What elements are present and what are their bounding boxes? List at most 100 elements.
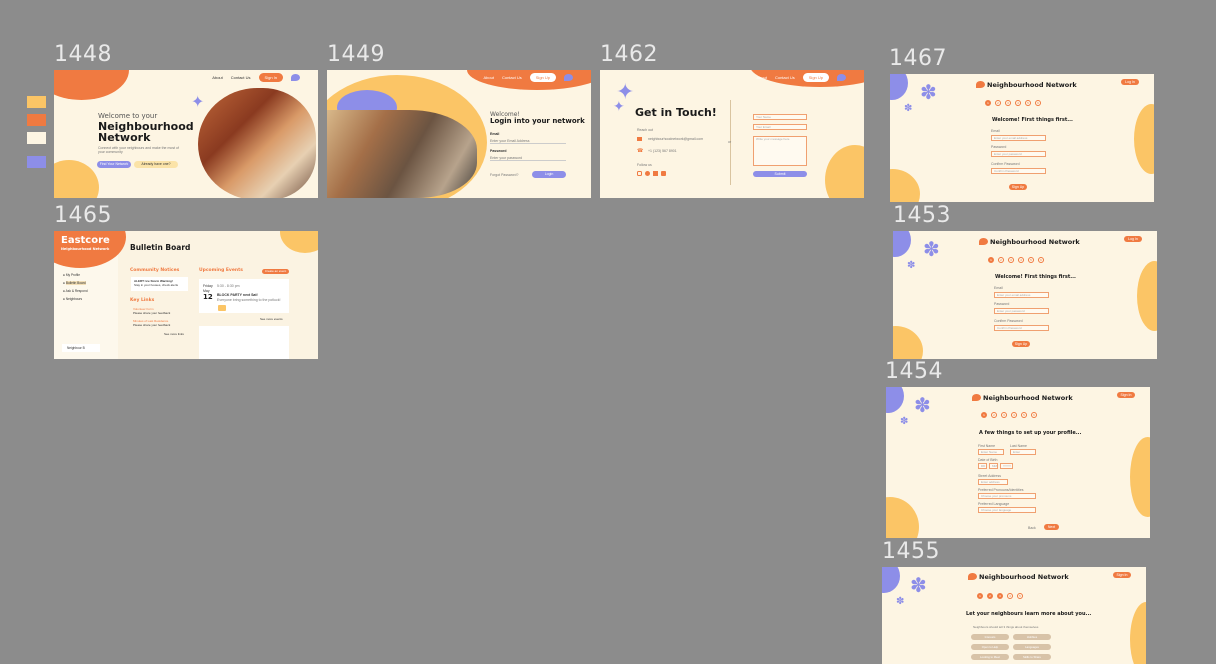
first-name-input[interactable]: Enter Name (978, 449, 1004, 455)
last-name-label: Last Name (1010, 444, 1027, 448)
top-nav: About Contact Us Sign In (212, 73, 300, 82)
event-day: Friday (203, 284, 213, 288)
swatch-cream (27, 132, 46, 144)
brand-title: Neighbourhood Network (987, 81, 1077, 89)
chip-hobbies[interactable]: Hobbies (1013, 634, 1051, 640)
email-input[interactable]: Enter your email address (994, 292, 1049, 298)
nav-about-link[interactable]: About (757, 75, 767, 80)
email-input[interactable]: Enter your email address (991, 135, 1046, 141)
chip-interests[interactable]: Interests (971, 634, 1009, 640)
progress-steps: 1 2 3 4 5 6 (988, 257, 1044, 263)
address-input[interactable]: Enter address (978, 479, 1008, 485)
back-button[interactable]: Back (1028, 526, 1036, 530)
frame-landing[interactable]: About Contact Us Sign In Welcome to your… (54, 70, 318, 198)
frame-login[interactable]: About Contact Us Sign Up Welcome! Login … (327, 70, 591, 198)
email-input[interactable]: Enter your Email Address (490, 139, 566, 144)
form-heading: Welcome! First things first... (992, 117, 1073, 123)
key-link-1[interactable]: Volunteer Form Please share your feedbac… (133, 307, 170, 315)
sidebar-item-ask[interactable]: ● Ask & Respond (63, 287, 88, 295)
password-input[interactable]: Enter your password (991, 151, 1046, 157)
step: 2 (987, 593, 993, 599)
tiktok-icon[interactable] (653, 171, 658, 176)
step: 1 (977, 593, 983, 599)
frame-label-1467: 1467 (889, 46, 947, 71)
flower-icon: ✽ (914, 393, 931, 417)
dob-day-input[interactable]: DD (978, 463, 987, 469)
log-in-button[interactable]: Log In (1121, 79, 1139, 85)
already-have-one-button[interactable]: Already have one? (134, 161, 178, 168)
sign-up-button[interactable]: Sign Up (802, 73, 829, 82)
step: 2 (995, 100, 1001, 106)
confirm-password-input[interactable]: Confirm Password (994, 325, 1049, 331)
language-select[interactable]: Choose your language (978, 507, 1036, 513)
sign-up-button[interactable]: Sign Up (529, 73, 556, 82)
frame-label-1455: 1455 (882, 539, 940, 564)
email-label: Email (994, 286, 1003, 290)
frame-bulletin[interactable]: Eastcore Neighbourhood Network ● My Prof… (54, 231, 318, 359)
user-card[interactable]: Neighbour B (62, 344, 100, 352)
confirm-password-input[interactable]: Confirm Password (991, 168, 1046, 174)
nav-contact-link[interactable]: Contact Us (775, 75, 795, 80)
password-input[interactable]: Enter your password (994, 308, 1049, 314)
step: 4 (1007, 593, 1013, 599)
frame-label-1465: 1465 (54, 203, 112, 228)
email-input[interactable]: Your Email (753, 124, 807, 130)
sign-in-button[interactable]: Sign In (1117, 392, 1135, 398)
chip-languages[interactable]: Languages (1013, 644, 1051, 650)
sidebar-item-bulletin[interactable]: ● Bulletin Board (63, 279, 88, 287)
blob (280, 231, 318, 253)
user-name: Neighbour B (67, 346, 85, 350)
create-event-button[interactable]: Create an event (262, 269, 289, 274)
nav-contact-link[interactable]: Contact Us (502, 75, 522, 80)
sign-in-button[interactable]: Sign In (258, 73, 283, 82)
chip-looking-to-meet[interactable]: Looking to Meet (971, 654, 1009, 660)
sign-in-button[interactable]: Sign In (1113, 572, 1131, 578)
sign-up-button[interactable]: Sign Up (1012, 341, 1030, 347)
frame-about-you[interactable]: ✽ ✽ Neighbourhood Network Sign In 1 2 3 … (882, 567, 1146, 664)
frame-contact[interactable]: About Contact Us Sign Up ✦ ✦ Get in Touc… (600, 70, 864, 198)
frame-profile-setup[interactable]: ✽ ✽ Neighbourhood Network Sign In 1 2 3 … (886, 387, 1150, 538)
progress-steps: 1 2 3 4 5 (977, 593, 1023, 599)
chip-skills-to-share[interactable]: Skills to Share (1013, 654, 1051, 660)
key-link-2[interactable]: Minutes of Last Residence Please share y… (133, 319, 170, 327)
next-button[interactable]: Next (1044, 524, 1059, 530)
see-more-events[interactable]: See more events (260, 317, 283, 321)
frame-label-1462: 1462 (600, 42, 658, 67)
sidebar-item-profile[interactable]: ● My Profile (63, 271, 88, 279)
log-in-button[interactable]: Log In (1124, 236, 1142, 242)
frame-signup-2[interactable]: ✽ ✽ Neighbourhood Network Log In 1 2 3 4… (893, 231, 1157, 359)
see-more-links[interactable]: See more links (164, 332, 184, 336)
logo-icon (968, 573, 977, 580)
sign-up-button[interactable]: Sign Up (1009, 184, 1027, 190)
nav-about-link[interactable]: About (212, 75, 222, 80)
name-input[interactable]: Your Name (753, 114, 807, 120)
key-links-heading: Key Links (130, 298, 155, 303)
password-input[interactable]: Enter your password (490, 156, 566, 161)
forgot-password-link[interactable]: Forgot Password? (490, 173, 518, 177)
instagram-icon[interactable] (637, 171, 642, 176)
login-button[interactable]: Login (532, 171, 566, 178)
swatch-orange (27, 114, 46, 126)
twitter-icon[interactable] (645, 171, 650, 176)
last-name-input[interactable]: Enter (1010, 449, 1036, 455)
sidebar-brand-sub: Neighbourhood Network (61, 247, 110, 251)
blob (886, 497, 919, 538)
dob-month-input[interactable]: MM (989, 463, 998, 469)
linkedin-icon[interactable] (661, 171, 666, 176)
pronouns-select[interactable]: Choose your pronouns (978, 493, 1036, 499)
nav-contact-link[interactable]: Contact Us (231, 75, 251, 80)
step: 4 (1011, 412, 1017, 418)
progress-steps: 1 2 3 4 5 6 (985, 100, 1041, 106)
find-network-button[interactable]: Find Your Network (97, 161, 131, 168)
submit-button[interactable]: Submit (753, 171, 807, 177)
sidebar-item-neighbours[interactable]: ● Neighbours (63, 295, 88, 303)
nav-about-link[interactable]: About (484, 75, 494, 80)
flower-icon: ✽ (910, 573, 927, 597)
chip-open-to-help[interactable]: Open to Help (971, 644, 1009, 650)
frame-signup-1[interactable]: ✽ ✽ Neighbourhood Network Log In 1 2 3 4… (890, 74, 1154, 202)
flower-icon: ✽ (900, 416, 909, 427)
first-name-label: First Name (978, 444, 996, 448)
dob-year-input[interactable]: YYYY (1000, 463, 1013, 469)
message-input[interactable]: Write your message here (753, 136, 807, 166)
notice-card[interactable]: ALERT: Ice Storm Warning! Stay in your h… (131, 277, 188, 291)
